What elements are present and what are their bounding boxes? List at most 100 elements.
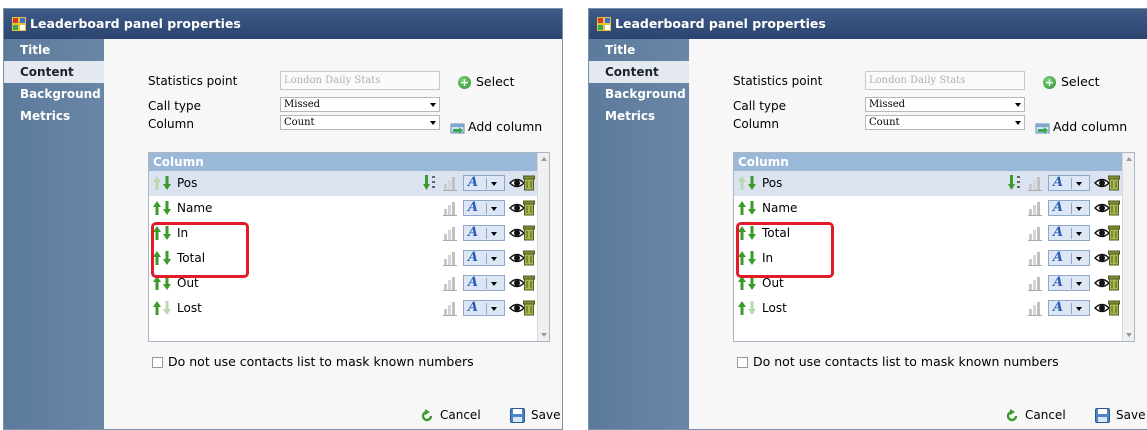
reorder-arrows[interactable] [153,201,173,215]
font-style-select[interactable]: A [463,200,505,216]
mask-numbers-label: Do not use contacts list to mask known n… [753,354,1059,369]
save-icon [510,408,525,423]
delete-icon[interactable] [1108,300,1120,316]
font-style-select[interactable]: A [463,275,505,291]
list-item[interactable]: Lost A [734,296,1122,321]
scroll-down-icon[interactable] [541,333,547,337]
font-style-select[interactable]: A [1048,200,1090,216]
chart-icon[interactable] [1028,225,1042,241]
chart-icon[interactable] [443,225,457,241]
sidebar-item-metrics[interactable]: Metrics [4,105,104,127]
add-column-button[interactable]: Add column [450,119,542,134]
font-style-select[interactable]: A [1048,300,1090,316]
call-type-select[interactable]: Missed [865,97,1025,112]
font-style-icon: A [1053,300,1064,315]
sidebar-item-content[interactable]: Content [589,61,689,83]
statistics-point-field[interactable]: London Daily Stats [280,71,440,90]
font-style-select[interactable]: A [463,225,505,241]
font-style-select[interactable]: A [1048,225,1090,241]
row-controls: A [423,300,535,316]
reorder-arrows[interactable] [738,301,758,315]
column-select[interactable]: Count [865,115,1025,130]
reorder-arrows[interactable] [153,301,173,315]
list-scrollbar[interactable] [1122,153,1134,341]
scroll-up-icon[interactable] [541,157,547,161]
mask-numbers-checkbox[interactable] [737,357,748,368]
mask-numbers-checkbox[interactable] [152,357,163,368]
chart-icon[interactable] [1028,250,1042,266]
list-item[interactable]: Lost A [149,296,537,321]
move-down-icon [748,276,756,290]
delete-icon[interactable] [1108,200,1120,216]
scroll-down-icon[interactable] [1126,333,1132,337]
sidebar-item-title[interactable]: Title [4,39,104,61]
column-name: Lost [177,301,202,315]
sidebar-item-metrics[interactable]: Metrics [589,105,689,127]
reorder-arrows[interactable] [738,176,758,190]
chevron-down-icon [1076,182,1082,186]
chart-icon[interactable] [1028,200,1042,216]
font-style-select[interactable]: A [463,300,505,316]
list-scrollbar[interactable] [537,153,549,341]
column-label: Column [148,117,194,131]
delete-icon[interactable] [523,275,535,291]
move-down-icon [748,301,756,315]
sidebar-item-background[interactable]: Background [589,83,689,105]
list-item[interactable]: Name A [149,196,537,221]
list-item[interactable]: Pos A [734,171,1122,196]
chart-icon[interactable] [443,275,457,291]
delete-icon[interactable] [523,175,535,191]
cancel-button[interactable]: Cancel [420,408,481,423]
chart-icon[interactable] [443,250,457,266]
select-button[interactable]: + Select [458,74,515,89]
add-column-button[interactable]: Add column [1035,119,1127,134]
reorder-arrows[interactable] [153,276,173,290]
reorder-arrows[interactable] [153,176,173,190]
font-style-select[interactable]: A [1048,275,1090,291]
delete-icon[interactable] [523,200,535,216]
delete-icon[interactable] [1108,225,1120,241]
delete-icon[interactable] [1108,175,1120,191]
font-style-select[interactable]: A [463,250,505,266]
select-button[interactable]: + Select [1043,74,1100,89]
sort-icon[interactable] [1008,175,1022,191]
add-column-icon [450,123,465,134]
sidebar-item-background[interactable]: Background [4,83,104,105]
chart-icon[interactable] [443,175,457,191]
delete-icon[interactable] [523,300,535,316]
font-style-select[interactable]: A [1048,250,1090,266]
scroll-up-icon[interactable] [1126,157,1132,161]
chart-icon[interactable] [443,200,457,216]
delete-icon[interactable] [523,250,535,266]
statistics-point-field[interactable]: London Daily Stats [865,71,1025,90]
column-select[interactable]: Count [280,115,440,130]
list-item[interactable]: Pos A [149,171,537,196]
delete-icon[interactable] [1108,275,1120,291]
delete-icon[interactable] [1108,250,1120,266]
move-down-icon [163,301,171,315]
chart-icon[interactable] [1028,275,1042,291]
chart-icon[interactable] [443,300,457,316]
save-button[interactable]: Save [510,408,560,423]
save-button[interactable]: Save [1095,408,1145,423]
sort-icon[interactable] [423,175,437,191]
column-name: Out [762,276,784,290]
move-up-icon [738,201,746,215]
reorder-arrows[interactable] [738,201,758,215]
font-style-select[interactable]: A [1048,175,1090,191]
delete-icon[interactable] [523,225,535,241]
reorder-arrows[interactable] [738,276,758,290]
move-up-icon [153,176,161,190]
sidebar-item-title[interactable]: Title [589,39,689,61]
list-item[interactable]: Name A [734,196,1122,221]
sidebar-item-content[interactable]: Content [4,61,104,83]
chart-icon[interactable] [1028,300,1042,316]
row-controls: A [423,250,535,266]
chevron-down-icon [491,182,497,186]
cancel-button[interactable]: Cancel [1005,408,1066,423]
chart-icon[interactable] [1028,175,1042,191]
call-type-select[interactable]: Missed [280,97,440,112]
font-style-select[interactable]: A [463,175,505,191]
font-style-icon: A [1053,225,1064,240]
dialog-titlebar: Leaderboard panel properties [4,9,562,39]
